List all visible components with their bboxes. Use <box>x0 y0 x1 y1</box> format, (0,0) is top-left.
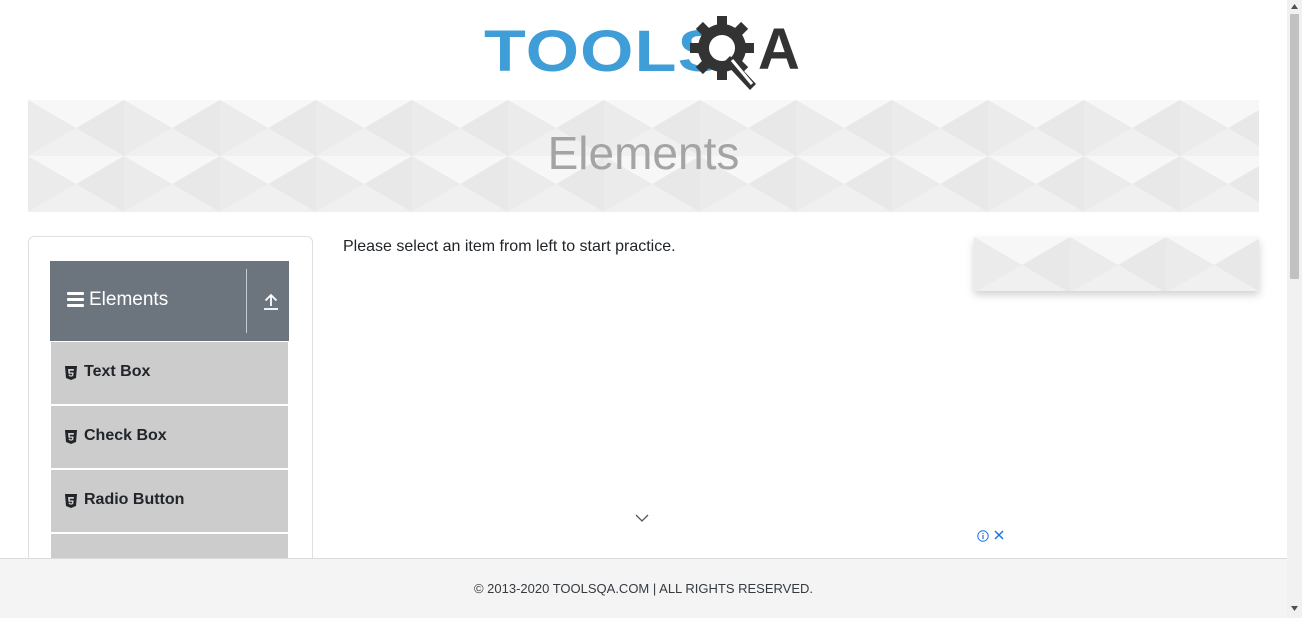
collapse-up-icon[interactable] <box>262 291 280 311</box>
sidebar-item-label: Radio Button <box>84 491 185 508</box>
ad-pattern <box>974 237 1259 291</box>
footer: © 2013-2020 TOOLSQA.COM | ALL RIGHTS RES… <box>0 558 1287 618</box>
html5-icon <box>65 366 77 380</box>
hamburger-icon <box>67 292 84 307</box>
gear-magnifier-icon <box>690 16 756 90</box>
sidebar-group-elements[interactable]: Elements <box>50 261 289 341</box>
html5-icon <box>65 494 77 508</box>
logo-text-tools: TOOLS <box>484 19 725 84</box>
vertical-scrollbar[interactable] <box>1287 0 1302 618</box>
group-divider <box>246 269 247 333</box>
toolsqa-logo-link[interactable]: TOOLS A <box>484 14 808 92</box>
scroll-up-arrow-icon[interactable] <box>1291 4 1298 9</box>
sidebar-item-radio-button[interactable]: Radio Button <box>51 470 288 532</box>
scrollbar-thumb[interactable] <box>1290 14 1299 279</box>
scroll-down-arrow-icon[interactable] <box>1291 606 1298 611</box>
close-icon[interactable] <box>993 529 1005 541</box>
footer-copyright: © 2013-2020 TOOLSQA.COM | ALL RIGHTS RES… <box>473 581 814 596</box>
page: TOOLS A Elements Elements Text Box Check… <box>0 0 1287 618</box>
sidebar-item-label: Text Box <box>84 363 151 380</box>
logo-text-a: A <box>758 17 800 82</box>
sidebar-item-text-box[interactable]: Text Box <box>51 342 288 404</box>
page-title: Elements <box>547 127 740 179</box>
chevron-down-icon[interactable] <box>634 512 650 524</box>
html5-icon <box>65 430 77 444</box>
sidebar-group-title: Elements <box>89 289 169 310</box>
practice-instruction: Please select an item from left to start… <box>343 238 676 255</box>
sidebar-item-label: Check Box <box>84 427 167 444</box>
sidebar-item-check-box[interactable]: Check Box <box>51 406 288 468</box>
page-banner: Elements <box>28 100 1259 212</box>
ad-banner[interactable] <box>974 237 1259 291</box>
info-icon[interactable] <box>977 530 989 542</box>
